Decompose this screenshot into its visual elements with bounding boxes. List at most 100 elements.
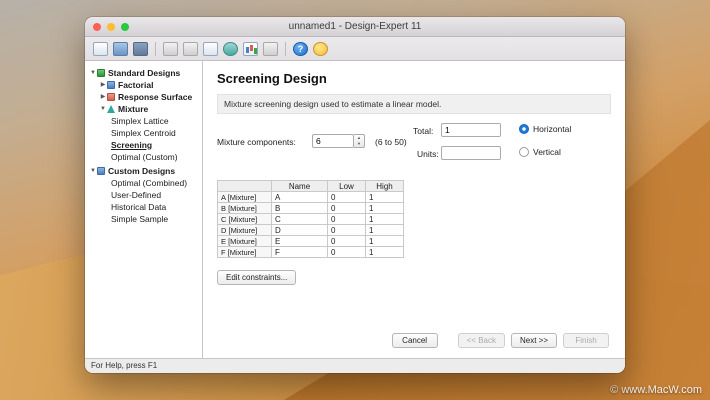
sidebar-item-simplex-centroid[interactable]: Simplex Centroid bbox=[85, 127, 202, 138]
save-file-icon[interactable] bbox=[133, 41, 148, 56]
sidebar-item-screening[interactable]: Screening bbox=[85, 139, 202, 150]
status-bar: For Help, press F1 bbox=[85, 358, 625, 373]
sidebar-item-optimal-custom[interactable]: Optimal (Custom) bbox=[85, 151, 202, 162]
header-low: Low bbox=[327, 180, 366, 192]
sidebar-item-label: Mixture bbox=[118, 103, 149, 114]
table-row: B [Mixture] B 0 1 bbox=[217, 202, 404, 214]
design-description: Mixture screening design used to estimat… bbox=[217, 94, 611, 114]
help-icon[interactable]: ? bbox=[293, 41, 308, 56]
cancel-button[interactable]: Cancel bbox=[391, 333, 438, 348]
total-input[interactable] bbox=[441, 123, 501, 137]
edit-constraints-button[interactable]: Edit constraints... bbox=[217, 270, 297, 285]
low-cell[interactable]: 0 bbox=[327, 213, 366, 225]
disclosure-open-icon[interactable]: ▼ bbox=[89, 168, 97, 174]
tips-bulb-icon[interactable] bbox=[313, 41, 328, 56]
low-cell[interactable]: 0 bbox=[327, 246, 366, 258]
sidebar-item-historical-data[interactable]: Historical Data bbox=[85, 201, 202, 212]
low-cell[interactable]: 0 bbox=[327, 202, 366, 214]
copy-icon[interactable] bbox=[163, 41, 178, 56]
horizontal-radio[interactable]: Horizontal bbox=[519, 124, 571, 134]
sidebar-item-label: Simplex Centroid bbox=[111, 127, 176, 138]
components-range-hint: (6 to 50) bbox=[375, 137, 407, 147]
sidebar-item-factorial[interactable]: ▶ Factorial bbox=[85, 79, 202, 90]
units-input[interactable] bbox=[441, 146, 501, 160]
disclosure-closed-icon[interactable]: ▶ bbox=[99, 81, 107, 88]
vertical-radio[interactable]: Vertical bbox=[519, 147, 561, 157]
wizard-buttons: Cancel << Back Next >> Finish bbox=[391, 333, 609, 348]
high-cell[interactable]: 1 bbox=[365, 235, 404, 247]
radio-selected-icon[interactable] bbox=[519, 124, 529, 134]
sidebar-item-label: Response Surface bbox=[118, 91, 193, 102]
stepper-down-icon[interactable]: ▼ bbox=[354, 141, 364, 147]
table-header-row: Name Low High bbox=[217, 180, 404, 192]
mixture-components-input[interactable] bbox=[312, 134, 354, 148]
sidebar-item-user-defined[interactable]: User-Defined bbox=[85, 189, 202, 200]
header-name: Name bbox=[271, 180, 328, 192]
custom-designs-icon bbox=[97, 166, 105, 175]
high-cell[interactable]: 1 bbox=[365, 246, 404, 258]
disclosure-closed-icon[interactable]: ▶ bbox=[99, 93, 107, 100]
horizontal-radio-label: Horizontal bbox=[533, 124, 572, 134]
sidebar-item-response-surface[interactable]: ▶ Response Surface bbox=[85, 91, 202, 102]
desktop-background: © www.MacW.com unnamed1 - Design-Expert … bbox=[0, 0, 710, 400]
factorial-icon bbox=[107, 80, 115, 89]
name-cell[interactable]: A bbox=[271, 191, 328, 203]
paste-icon[interactable] bbox=[183, 41, 198, 56]
disclosure-open-icon[interactable]: ▼ bbox=[99, 106, 107, 112]
sidebar-item-standard-designs[interactable]: ▼ Standard Designs bbox=[85, 67, 202, 78]
new-file-icon[interactable] bbox=[93, 41, 108, 56]
design-options-form: Total: Horizontal Mixture components: ▲ … bbox=[217, 122, 611, 170]
close-button[interactable] bbox=[93, 23, 101, 31]
high-cell[interactable]: 1 bbox=[365, 213, 404, 225]
sidebar-item-label: Optimal (Custom) bbox=[111, 151, 178, 162]
table-row: A [Mixture] A 0 1 bbox=[217, 191, 404, 203]
high-cell[interactable]: 1 bbox=[365, 224, 404, 236]
low-cell[interactable]: 0 bbox=[327, 224, 366, 236]
table-row: F [Mixture] F 0 1 bbox=[217, 246, 404, 258]
name-cell[interactable]: F bbox=[271, 246, 328, 258]
name-cell[interactable]: D bbox=[271, 224, 328, 236]
name-cell[interactable]: B bbox=[271, 202, 328, 214]
minimize-button[interactable] bbox=[107, 23, 115, 31]
window-title: unnamed1 - Design-Expert 11 bbox=[288, 21, 422, 32]
sidebar-item-simple-sample[interactable]: Simple Sample bbox=[85, 213, 202, 224]
zoom-button[interactable] bbox=[121, 23, 129, 31]
high-cell[interactable]: 1 bbox=[365, 191, 404, 203]
open-file-icon[interactable] bbox=[113, 41, 128, 56]
vertical-radio-label: Vertical bbox=[533, 147, 561, 157]
units-label: Units: bbox=[417, 149, 439, 159]
sidebar-item-label: Custom Designs bbox=[108, 165, 176, 176]
design-tree-sidebar: ▼ Standard Designs ▶ Factorial ▶ Respons… bbox=[85, 61, 203, 358]
next-button[interactable]: Next >> bbox=[510, 333, 557, 348]
finish-button: Finish bbox=[563, 333, 609, 348]
low-cell[interactable]: 0 bbox=[327, 235, 366, 247]
low-cell[interactable]: 0 bbox=[327, 191, 366, 203]
traffic-lights bbox=[93, 23, 129, 31]
watermark: © www.MacW.com bbox=[610, 384, 702, 396]
titlebar[interactable]: unnamed1 - Design-Expert 11 bbox=[85, 17, 625, 37]
sidebar-item-custom-designs[interactable]: ▼ Custom Designs bbox=[85, 165, 202, 176]
mixture-components-stepper: ▲ ▼ bbox=[354, 134, 365, 148]
toolbar-separator bbox=[155, 41, 156, 56]
high-cell[interactable]: 1 bbox=[365, 202, 404, 214]
sidebar-item-mixture[interactable]: ▼ Mixture bbox=[85, 103, 202, 114]
row-header: A [Mixture] bbox=[217, 191, 272, 203]
analysis-icon[interactable] bbox=[243, 41, 258, 56]
disclosure-open-icon[interactable]: ▼ bbox=[89, 70, 97, 76]
sidebar-item-label: Optimal (Combined) bbox=[111, 177, 188, 188]
table-row: C [Mixture] C 0 1 bbox=[217, 213, 404, 225]
sidebar-item-optimal-combined[interactable]: Optimal (Combined) bbox=[85, 177, 202, 188]
sidebar-item-label: User-Defined bbox=[111, 189, 162, 200]
sidebar-item-simplex-lattice[interactable]: Simplex Lattice bbox=[85, 115, 202, 126]
report-icon[interactable] bbox=[203, 41, 218, 56]
toolbar-separator bbox=[285, 41, 286, 56]
button-spacer bbox=[444, 333, 452, 348]
standard-designs-icon bbox=[97, 68, 105, 77]
name-cell[interactable]: C bbox=[271, 213, 328, 225]
name-cell[interactable]: E bbox=[271, 235, 328, 247]
charts-icon[interactable] bbox=[223, 41, 238, 56]
design-summary-icon[interactable] bbox=[263, 41, 278, 56]
row-header: D [Mixture] bbox=[217, 224, 272, 236]
main-content: Screening Design Mixture screening desig… bbox=[203, 61, 625, 358]
radio-unselected-icon[interactable] bbox=[519, 147, 529, 157]
